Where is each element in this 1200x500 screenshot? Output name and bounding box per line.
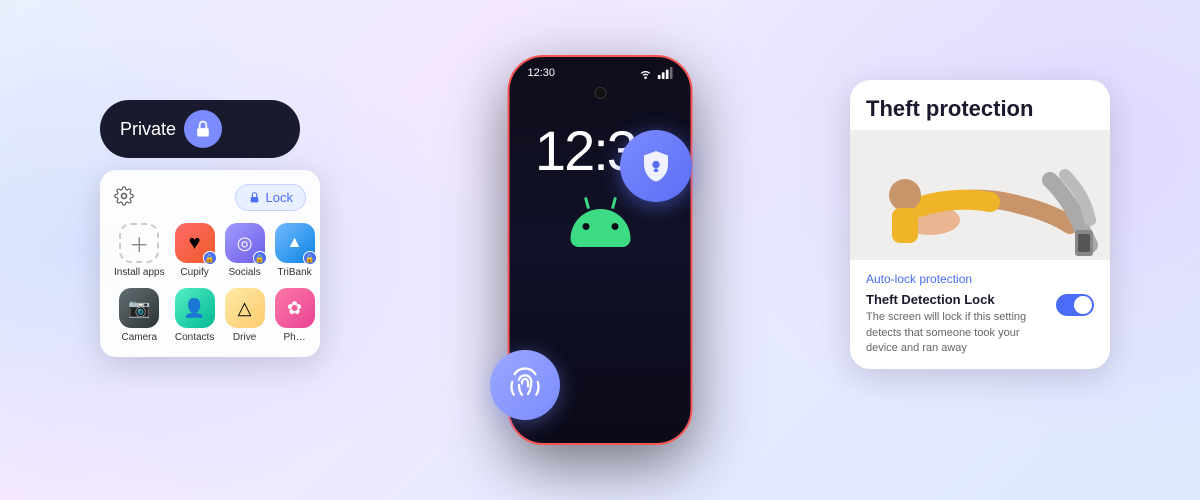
security-badge-socials: 🔒 (253, 251, 267, 265)
app-img-contacts: 👤 (175, 288, 215, 328)
phone-time-display: 12:30 (528, 67, 556, 79)
app-img-cupify: ♥ 🔒 (175, 223, 215, 263)
robot-head (570, 209, 630, 247)
theft-detection-toggle[interactable] (1056, 294, 1094, 316)
fingerprint-icon (507, 367, 543, 403)
wifi-icon (638, 67, 654, 79)
theft-protection-panel: Theft protection (850, 80, 1110, 369)
app-grid: ＋ Install apps ♥ 🔒 Cupify ◎ 🔒 Socials (114, 223, 306, 343)
app-icon-tribank[interactable]: ▲ 🔒 TriBank (275, 223, 315, 278)
app-img-socials: ◎ 🔒 (225, 223, 265, 263)
lock-small-icon (248, 191, 261, 204)
robot-eye-left (582, 223, 589, 230)
phone-camera-cutout (594, 87, 606, 99)
app-icon-cupify[interactable]: ♥ 🔒 Cupify (175, 223, 215, 278)
lock-button-label: Lock (266, 190, 293, 205)
lock-button[interactable]: Lock (235, 184, 306, 211)
android-robot (560, 209, 640, 269)
install-apps-icon: ＋ (119, 223, 159, 263)
app-icon-photos[interactable]: ✿ Ph… (275, 288, 315, 343)
private-badge: Private (100, 100, 300, 158)
floating-fingerprint-badge (490, 350, 560, 420)
signal-icon (657, 67, 673, 79)
robot-antenna-right (610, 197, 616, 209)
app-icon-drive[interactable]: △ Drive (225, 288, 265, 343)
app-label-photos: Ph… (283, 332, 305, 343)
app-icon-contacts[interactable]: 👤 Contacts (175, 288, 215, 343)
auto-lock-label: Auto-lock protection (866, 272, 1094, 286)
theft-illustration-svg (850, 130, 1110, 260)
lock-icon (193, 119, 213, 139)
toggle-knob (1074, 296, 1092, 314)
robot-antenna-left (583, 197, 589, 209)
shield-key-icon (638, 148, 674, 184)
app-label-contacts: Contacts (175, 332, 214, 343)
app-label-socials: Socials (228, 267, 260, 278)
app-img-photos: ✿ (275, 288, 315, 328)
robot-eye-right (611, 223, 618, 230)
theft-protection-title: Theft protection (866, 96, 1094, 122)
theft-detection-title: Theft Detection Lock (866, 292, 1048, 307)
app-label-drive: Drive (233, 332, 256, 343)
theft-card: Theft protection (850, 80, 1110, 369)
theft-illustration (850, 130, 1110, 260)
floating-shield-badge (620, 130, 692, 202)
app-img-drive: △ (225, 288, 265, 328)
drawer-header: Lock (114, 184, 306, 211)
app-img-tribank: ▲ 🔒 (275, 223, 315, 263)
security-badge-cupify: 🔒 (203, 251, 217, 265)
private-space-panel: Private Lock (100, 100, 320, 357)
app-icon-socials[interactable]: ◎ 🔒 Socials (225, 223, 265, 278)
app-label-camera: Camera (122, 332, 158, 343)
theft-detection-description: The screen will lock if this setting det… (866, 310, 1048, 356)
theft-card-footer: Auto-lock protection Theft Detection Loc… (850, 260, 1110, 368)
security-badge-tribank: 🔒 (303, 251, 317, 265)
app-label-install: Install apps (114, 267, 165, 278)
theft-card-header: Theft protection (850, 80, 1110, 130)
app-label-cupify: Cupify (180, 267, 208, 278)
app-img-camera: 📷 (119, 288, 159, 328)
theft-detection-row: Theft Detection Lock The screen will loc… (866, 292, 1094, 356)
settings-icon[interactable] (114, 186, 138, 210)
private-lock-circle (184, 110, 222, 148)
app-label-tribank: TriBank (278, 267, 312, 278)
theft-detection-text: Theft Detection Lock The screen will loc… (866, 292, 1048, 356)
signal-icons (638, 67, 673, 79)
phone-status-bar: 12:30 (510, 57, 691, 79)
private-label: Private (120, 119, 176, 140)
app-icon-install[interactable]: ＋ Install apps (114, 223, 165, 278)
app-icon-camera[interactable]: 📷 Camera (114, 288, 165, 343)
app-drawer: Lock ＋ Install apps ♥ 🔒 Cupify ◎ � (100, 170, 320, 357)
